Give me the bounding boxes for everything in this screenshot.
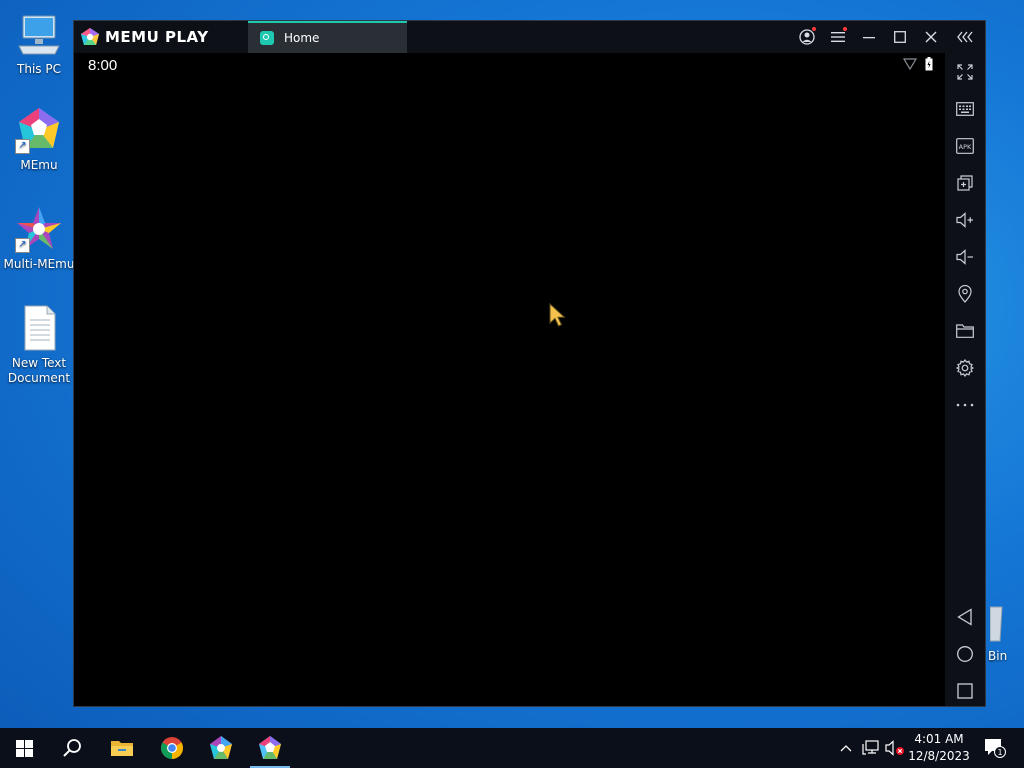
shortcut-arrow-icon: ↗ — [15, 238, 30, 253]
more-button[interactable] — [953, 393, 977, 417]
location-icon — [958, 285, 972, 303]
minimize-icon — [863, 37, 875, 39]
windows-taskbar: 4:01 AM 12/8/2023 1 — [0, 728, 1024, 768]
brand-name: MEMU PLAY — [105, 28, 209, 46]
volume-down-icon — [956, 249, 973, 265]
desktop-icon-this-pc[interactable]: This PC — [2, 10, 76, 77]
multi-memu-taskbar-button[interactable] — [197, 728, 245, 768]
close-icon — [925, 31, 937, 43]
memu-window: MEMU PLAY Home 8:00 APK — [73, 20, 986, 707]
android-home-icon — [957, 646, 973, 662]
fullscreen-icon — [957, 64, 973, 80]
desktop-icon-multi-memu[interactable]: ↗ Multi-MEmu — [2, 205, 76, 272]
memu-logo: MEMU PLAY — [80, 27, 209, 47]
multi-instance-button[interactable] — [953, 171, 977, 195]
tab-home[interactable]: Home — [248, 21, 407, 53]
android-recents-button[interactable] — [953, 679, 977, 703]
collapse-sidebar-button[interactable] — [954, 25, 978, 49]
action-center-button[interactable]: 1 — [978, 728, 1012, 768]
wifi-icon — [903, 58, 917, 70]
shared-folder-icon — [956, 324, 974, 338]
notification-icon: 1 — [985, 739, 1006, 758]
desktop-icon-label: This PC — [17, 62, 61, 76]
keyboard-mapping-button[interactable] — [953, 97, 977, 121]
mouse-cursor-icon — [549, 302, 569, 332]
menu-icon — [831, 32, 845, 42]
notification-dot — [843, 27, 847, 31]
apk-install-icon: APK — [956, 138, 974, 154]
file-explorer-button[interactable] — [98, 728, 146, 768]
settings-button[interactable] — [953, 356, 977, 380]
android-recents-icon — [957, 683, 973, 699]
collapse-sidebar-icon — [957, 31, 973, 43]
android-status-icons — [903, 57, 933, 71]
home-tab-icon — [260, 31, 274, 45]
android-status-clock: 8:00 — [88, 57, 118, 74]
memu-app-icon: ↗ — [15, 106, 63, 154]
minimize-button[interactable] — [857, 25, 881, 49]
desktop-icon-label: New Text Document — [7, 356, 71, 385]
text-document-icon — [15, 304, 63, 352]
settings-icon — [956, 359, 974, 377]
multi-memu-taskbar-icon — [210, 736, 232, 759]
file-explorer-icon — [111, 741, 133, 756]
keyboard-mapping-icon — [956, 102, 974, 116]
memu-taskbar-icon — [259, 736, 281, 759]
volume-muted-icon — [885, 740, 904, 756]
shared-folder-button[interactable] — [953, 319, 977, 343]
volume-tray-button[interactable] — [884, 728, 906, 768]
chevron-up-icon — [840, 745, 852, 752]
maximize-icon — [894, 31, 906, 43]
account-button[interactable] — [795, 25, 819, 49]
svg-text:APK: APK — [959, 143, 972, 151]
multi-instance-icon — [957, 175, 973, 191]
android-screen[interactable]: 8:00 — [74, 53, 945, 706]
taskbar-clock[interactable]: 4:01 AM 12/8/2023 — [906, 731, 972, 765]
menu-button[interactable] — [826, 25, 850, 49]
desktop-icon-new-text-document[interactable]: New Text Document — [2, 304, 76, 386]
location-button[interactable] — [953, 282, 977, 306]
tab-label: Home — [284, 31, 320, 45]
taskbar-date: 12/8/2023 — [908, 749, 970, 763]
shortcut-arrow-icon: ↗ — [15, 139, 30, 154]
memu-taskbar-button[interactable] — [246, 728, 294, 768]
close-button[interactable] — [919, 25, 943, 49]
android-home-button[interactable] — [953, 642, 977, 666]
desktop-icon-label: Multi-MEmu — [3, 257, 75, 271]
chrome-icon — [161, 737, 183, 759]
notification-count: 1 — [997, 748, 1002, 757]
this-pc-icon — [15, 10, 63, 58]
account-icon — [799, 29, 815, 45]
more-icon — [956, 403, 974, 407]
start-button[interactable] — [0, 728, 48, 768]
search-icon — [63, 739, 81, 757]
notification-dot — [812, 27, 816, 31]
desktop-icon-label: MEmu — [20, 158, 58, 172]
network-icon — [862, 740, 879, 755]
title-bar[interactable]: MEMU PLAY Home — [74, 21, 985, 53]
desktop-icon-memu[interactable]: ↗ MEmu — [2, 106, 76, 173]
volume-down-button[interactable] — [953, 245, 977, 269]
show-hidden-icons-button[interactable] — [836, 728, 856, 768]
android-back-icon — [957, 608, 972, 626]
memu-logo-icon — [81, 28, 99, 45]
network-tray-button[interactable] — [860, 728, 882, 768]
volume-up-icon — [956, 212, 973, 228]
multi-memu-app-icon: ↗ — [15, 205, 63, 253]
volume-up-button[interactable] — [953, 208, 977, 232]
maximize-button[interactable] — [888, 25, 912, 49]
taskbar-time: 4:01 AM — [914, 732, 964, 746]
windows-logo-icon — [15, 739, 33, 757]
apk-install-button[interactable]: APK — [953, 134, 977, 158]
battery-icon — [925, 57, 933, 71]
memu-sidebar: APK — [945, 53, 985, 706]
fullscreen-button[interactable] — [953, 60, 977, 84]
chrome-button[interactable] — [148, 728, 196, 768]
search-button[interactable] — [48, 728, 96, 768]
android-back-button[interactable] — [953, 605, 977, 629]
